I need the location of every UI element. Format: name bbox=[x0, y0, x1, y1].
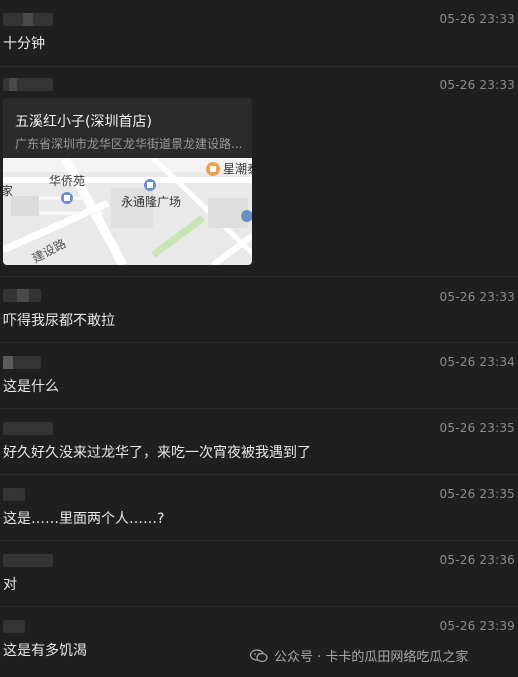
sender-name-redacted bbox=[3, 554, 53, 567]
message-time: 05-26 23:33 bbox=[439, 78, 515, 92]
sender-name-redacted bbox=[3, 356, 41, 369]
message-time: 05-26 23:35 bbox=[439, 421, 515, 435]
chat-message: 05-26 23:34 这是什么 bbox=[0, 343, 518, 409]
sender-name-redacted bbox=[3, 620, 25, 633]
message-text: 对 bbox=[3, 577, 17, 593]
map-label: 华侨苑 bbox=[49, 174, 85, 188]
sender-name-redacted bbox=[3, 488, 25, 501]
message-time: 05-26 23:33 bbox=[439, 290, 515, 304]
message-text: 这是什么 bbox=[3, 379, 59, 395]
chat-message: 05-26 23:36 对 bbox=[0, 541, 518, 607]
chat-message: 05-26 23:33 十分钟 bbox=[0, 0, 518, 66]
sender-name-redacted bbox=[3, 289, 41, 302]
message-time: 05-26 23:39 bbox=[439, 619, 515, 633]
chat-message: 05-26 23:33 吓得我尿都不敢拉 bbox=[0, 277, 518, 343]
wechat-icon bbox=[250, 648, 268, 662]
chat-message: 05-26 23:35 好久好久没来过龙华了，来吃一次宵夜被我遇到了 bbox=[0, 409, 518, 475]
map-label: 家 bbox=[3, 183, 13, 198]
message-text: 吓得我尿都不敢拉 bbox=[3, 313, 115, 329]
message-text: 这是……里面两个人……? bbox=[3, 511, 165, 527]
location-map[interactable]: 华侨苑 永通隆广场 星潮泰 家 建设路 bbox=[3, 158, 252, 265]
watermark: 公众号 · 卡卡的瓜田网络吃瓜之家 bbox=[250, 646, 468, 665]
message-time: 05-26 23:35 bbox=[439, 487, 515, 501]
map-label: 星潮泰 bbox=[223, 161, 252, 176]
sender-name-redacted bbox=[3, 13, 53, 26]
message-time: 05-26 23:33 bbox=[439, 12, 515, 26]
sender-name-redacted bbox=[3, 422, 53, 435]
message-text: 好久好久没来过龙华了，来吃一次宵夜被我遇到了 bbox=[3, 445, 311, 461]
location-title: 五溪红小子(深圳首店) bbox=[15, 114, 152, 130]
sender-name-redacted bbox=[3, 78, 53, 91]
watermark-text: 公众号 · 卡卡的瓜田网络吃瓜之家 bbox=[274, 650, 469, 665]
message-text: 这是有多饥渴 bbox=[3, 643, 87, 659]
location-card[interactable]: 五溪红小子(深圳首店) 广东省深圳市龙华区龙华街道景龙建设路... 华侨苑 永通… bbox=[3, 98, 252, 265]
map-label: 永通隆广场 bbox=[121, 194, 181, 209]
message-time: 05-26 23:34 bbox=[439, 355, 515, 369]
message-text: 十分钟 bbox=[3, 36, 45, 52]
message-time: 05-26 23:36 bbox=[439, 553, 515, 567]
location-address: 广东省深圳市龙华区龙华街道景龙建设路... bbox=[15, 137, 243, 151]
chat-message: 05-26 23:39 这是有多饥渴 bbox=[0, 607, 518, 677]
chat-message: 05-26 23:35 这是……里面两个人……? bbox=[0, 475, 518, 541]
